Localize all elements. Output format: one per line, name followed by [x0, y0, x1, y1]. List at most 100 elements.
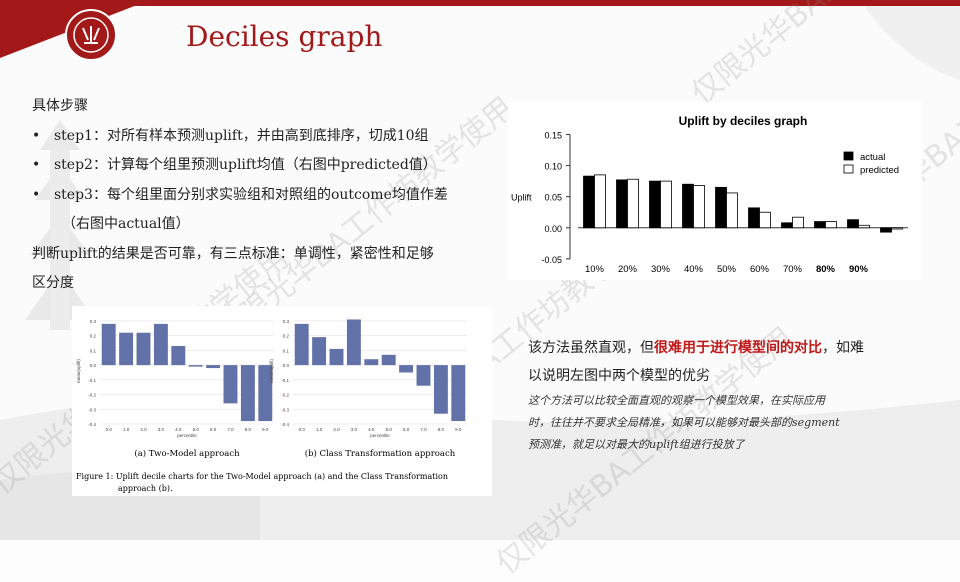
legend-label: actual	[860, 152, 885, 163]
x-tick-label: 50%	[717, 264, 737, 275]
university-seal-icon	[65, 9, 117, 61]
y-tick-label: 0.2	[90, 334, 97, 339]
y-tick-label: -0.1	[88, 378, 96, 383]
x-tick-label: 70%	[783, 264, 803, 275]
y-tick-label: 0.1	[283, 348, 290, 353]
bar	[433, 365, 448, 414]
bar-actual	[814, 221, 826, 229]
bar	[364, 359, 379, 366]
legend-label: predicted	[860, 165, 899, 176]
y-tick-label: 0.00	[544, 224, 562, 234]
paper-figure-svg: 0.3 0.2 0.1 0.0 -0.1 -0.2 -0.3 -0.4 mean(uplift)…	[76, 319, 467, 493]
bar	[381, 354, 396, 366]
y-tick-label: -0.2	[88, 393, 96, 398]
x-tick-label: 90%	[849, 264, 869, 275]
legend-swatch	[843, 151, 854, 161]
x-tick-label: 3.0	[158, 427, 165, 432]
x-tick-label: 5.0	[386, 427, 393, 432]
x-tick-label: 5.0	[193, 427, 200, 432]
bar	[416, 365, 431, 386]
bar-actual	[880, 227, 892, 233]
x-axis-label: percentile	[177, 433, 197, 438]
x-tick-label: 1.0	[123, 427, 130, 432]
bar-actual	[682, 183, 694, 229]
bar-predicted	[759, 211, 771, 229]
bar-predicted	[858, 224, 870, 229]
x-tick-label: 4.0	[368, 427, 375, 432]
bar-predicted	[891, 227, 903, 230]
step-item-continuation: （右图中actual值）	[62, 216, 190, 232]
bar	[223, 365, 238, 404]
paper-figure: 0.3 0.2 0.1 0.0 -0.1 -0.2 -0.3 -0.4 mean(uplift)…	[72, 306, 492, 496]
bar	[153, 323, 168, 366]
subfigure-caption: (b) Class Transformation approach	[305, 448, 456, 459]
bar-actual	[847, 219, 859, 229]
legend-swatch	[843, 164, 854, 174]
bar-predicted	[627, 178, 639, 229]
steps-heading: 具体步骤	[32, 98, 88, 114]
subfigure-caption: (a) Two-Model approach	[134, 448, 240, 459]
x-tick-label: 0.0	[299, 427, 306, 432]
steps-section: 具体步骤 step1：对所有样本预测uplift，并由高到底排序，切成10组 s…	[32, 92, 502, 299]
x-tick-label: 4.0	[175, 427, 182, 432]
step-item: step3：每个组里面分别求实验组和对照组的outcome均值作差	[32, 181, 502, 211]
y-axis-label: mean(uplift)	[269, 359, 274, 383]
y-axis-label: mean(uplift)	[76, 359, 81, 383]
bar-actual	[748, 207, 760, 229]
commentary-line: 以说明左图中两个模型的优劣	[528, 368, 710, 384]
bar-predicted	[594, 174, 606, 229]
bar	[346, 319, 361, 366]
bar-actual	[616, 179, 628, 229]
y-tick-label: -0.3	[281, 407, 289, 412]
x-tick-label: 40%	[684, 264, 704, 275]
x-tick-label: 6.0	[210, 427, 217, 432]
bar-predicted	[693, 185, 705, 229]
x-tick-label: 20%	[618, 264, 638, 275]
commentary-note: 时，往往并不要求全局精准，如果可以能够对最头部的segment	[528, 416, 840, 429]
criteria-text-cont: 区分度	[32, 275, 74, 291]
x-tick-label: 9.0	[262, 427, 269, 432]
y-tick-label: 0.1	[90, 348, 97, 353]
x-tick-label: 9.0	[455, 427, 462, 432]
y-tick-label: -0.1	[281, 378, 289, 383]
x-tick-label: 10%	[585, 264, 605, 275]
y-axis-label: Uplift	[511, 193, 532, 203]
bar-predicted	[726, 192, 738, 229]
bar-actual	[649, 180, 661, 229]
commentary-text: ，如难	[822, 340, 864, 356]
x-tick-label: 7.0	[420, 427, 427, 432]
y-tick-label: -0.2	[281, 393, 289, 398]
bar-predicted	[792, 216, 804, 229]
uplift-deciles-chart: Uplift by deciles graph Uplift 0.15 0.10 0.0…	[508, 102, 922, 280]
figure-caption: Figure 1: Uplift decile charts for the T…	[76, 472, 448, 481]
bar	[188, 365, 203, 367]
x-tick-label: 30%	[651, 264, 671, 275]
slide-title: Deciles graph	[186, 20, 383, 53]
x-tick-label: 7.0	[227, 427, 234, 432]
x-tick-label: 8.0	[438, 427, 445, 432]
y-tick-label: -0.05	[541, 255, 562, 265]
chart-title: Uplift by deciles graph	[679, 114, 808, 128]
commentary-note: 预测准，就足以对最大的uplift组进行投放了	[528, 438, 745, 451]
step-item: step2：计算每个组里预测uplift均值（右图中predicted值）	[32, 151, 502, 181]
y-tick-label: 0.10	[544, 162, 562, 172]
x-axis-label: percentile	[370, 433, 390, 438]
bar	[312, 337, 327, 366]
bar	[399, 365, 414, 373]
bar-predicted	[825, 221, 837, 229]
commentary-highlight: 很难用于进行模型间的对比	[654, 340, 822, 356]
commentary-line: 该方法虽然直观，但很难用于进行模型间的对比，如难	[528, 334, 928, 362]
x-tick-label: 0.0	[106, 427, 113, 432]
y-tick-label: 0.0	[90, 363, 97, 368]
bar	[451, 365, 466, 422]
uplift-deciles-chart-svg: Uplift by deciles graph Uplift 0.15 0.10 0.0…	[511, 114, 908, 275]
commentary-text: 该方法虽然直观，但	[528, 340, 654, 356]
y-tick-label: -0.4	[281, 422, 289, 427]
x-tick-label: 60%	[750, 264, 770, 275]
y-tick-label: 0.3	[90, 319, 97, 324]
bar	[329, 348, 344, 366]
x-tick-label: 2.0	[140, 427, 147, 432]
x-tick-label: 1.0	[316, 427, 323, 432]
figure-caption: approach (b).	[118, 484, 173, 493]
commentary-note: 这个方法可以比较全面直观的观察一个模型效果，在实际应用	[528, 394, 825, 407]
